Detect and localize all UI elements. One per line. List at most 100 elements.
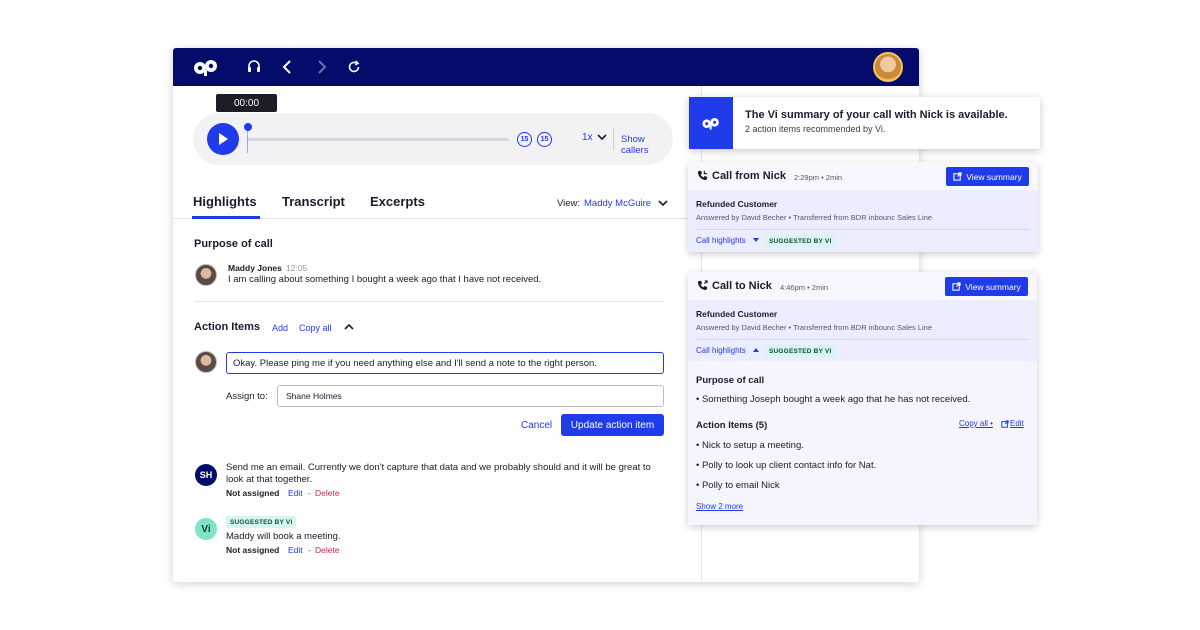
action-bullet: • Polly to email Nick — [696, 480, 780, 491]
notification-subtitle: 2 action items recommended by Vi. — [745, 124, 886, 134]
message-time: 12:05 — [286, 263, 308, 273]
action-item-text: Send me an email. Currently we don't cap… — [226, 462, 651, 485]
suggested-badge: SUGGESTED BY VI — [765, 345, 836, 357]
action-items-heading: Action Items (5) — [696, 420, 768, 431]
chevron-up-icon[interactable] — [344, 322, 354, 332]
speaker-avatar — [195, 264, 217, 286]
card-meta: 4:46pm • 2min — [780, 283, 829, 292]
seek-handle[interactable] — [244, 123, 252, 131]
tab-excerpts[interactable]: Excerpts — [370, 194, 425, 209]
call-detail: Answered by David Becher • Transferred f… — [696, 323, 933, 332]
assignment-status: Not assigned — [226, 545, 280, 555]
add-action-link[interactable]: Add — [272, 323, 288, 333]
action-item-text: Maddy will book a meeting. — [226, 531, 341, 542]
purpose-heading: Purpose of call — [194, 238, 273, 250]
dialpad-logo-icon — [689, 97, 733, 149]
headset-icon[interactable] — [244, 57, 264, 77]
card-divider — [696, 229, 1030, 230]
view-select[interactable]: Maddy McGuire — [584, 198, 651, 209]
view-summary-button[interactable]: View summary — [946, 167, 1029, 186]
purpose-heading: Purpose of call — [696, 375, 765, 386]
cancel-button[interactable]: Cancel — [521, 420, 552, 431]
speaker-name: Maddy Jones — [228, 263, 282, 273]
skip-back-icon[interactable]: 15 — [517, 132, 532, 147]
show-more-link[interactable]: Show 2 more — [696, 502, 743, 511]
copy-all-link[interactable]: Copy all — [299, 323, 332, 333]
action-text: Polly to look up client contact info for… — [701, 460, 877, 471]
delete-link[interactable]: Delete — [315, 488, 340, 498]
view-summary-label: View summary — [965, 281, 1021, 292]
external-link-icon — [953, 172, 962, 181]
assignment-status: Not assigned — [226, 488, 280, 498]
call-card-to-nick: Call to Nick 4:46pm • 2min View summary … — [688, 272, 1037, 525]
action-bullet: • Polly to look up client contact info f… — [696, 460, 877, 471]
vi-initials-avatar: Vi — [195, 518, 217, 540]
playback-speed[interactable]: 1x — [582, 132, 593, 143]
view-summary-button[interactable]: View summary — [945, 277, 1028, 296]
active-tab-indicator — [192, 216, 260, 219]
chevron-down-icon[interactable] — [597, 132, 607, 142]
assign-input[interactable]: Shane Holmes — [277, 385, 664, 407]
call-highlights-toggle[interactable]: Call highlights — [696, 236, 746, 245]
external-link-icon — [952, 282, 961, 291]
card-meta: 2:29pm • 2min — [794, 173, 843, 182]
call-detail: Answered by David Becher • Transferred f… — [696, 213, 933, 222]
update-action-button[interactable]: Update action item — [561, 414, 664, 436]
action-text: Polly to email Nick — [701, 480, 780, 491]
caret-up-icon[interactable] — [753, 348, 759, 353]
call-card-from-nick: Call from Nick 2:29pm • 2min View summar… — [688, 162, 1038, 252]
incoming-call-icon — [697, 170, 708, 181]
copy-all-link[interactable]: Copy all • — [959, 419, 993, 428]
suggested-badge: SUGGESTED BY VI — [226, 516, 297, 528]
chevron-down-icon[interactable] — [657, 197, 669, 209]
back-arrow-icon[interactable] — [277, 57, 297, 77]
assign-label: Assign to: — [226, 391, 268, 402]
card-header: Call to Nick 4:46pm • 2min View summary — [688, 272, 1037, 300]
card-header: Call from Nick 2:29pm • 2min View summar… — [688, 162, 1038, 190]
action-bullet: • Nick to setup a meeting. — [696, 440, 804, 451]
section-divider — [194, 301, 664, 302]
play-button[interactable] — [207, 123, 239, 155]
external-link-icon[interactable] — [1001, 420, 1009, 428]
action-item-input[interactable]: Okay. Please ping me if you need anythin… — [226, 352, 664, 374]
audio-player: 15 15 1x Show callers — [193, 113, 673, 165]
sh-initials-avatar: SH — [195, 464, 217, 486]
top-bar — [173, 48, 919, 86]
notification-title: The Vi summary of your call with Nick is… — [745, 109, 1008, 121]
delete-link[interactable]: Delete — [315, 545, 340, 555]
card-divider — [696, 339, 1029, 340]
call-label: Refunded Customer — [696, 199, 778, 209]
forward-arrow-icon[interactable] — [312, 57, 332, 77]
edit-link[interactable]: Edit — [288, 545, 303, 555]
edit-link[interactable]: Edit — [288, 488, 303, 498]
purpose-bullet: • Something Joseph bought a week ago tha… — [696, 394, 971, 405]
purpose-text: Something Joseph bought a week ago that … — [701, 394, 971, 405]
tab-transcript[interactable]: Transcript — [282, 194, 345, 209]
view-summary-label: View summary — [966, 171, 1022, 182]
play-icon — [219, 133, 228, 145]
call-highlights-toggle[interactable]: Call highlights — [696, 346, 746, 355]
tab-highlights[interactable]: Highlights — [193, 194, 257, 209]
dialpad-logo-icon[interactable] — [191, 57, 221, 77]
view-label: View: — [557, 198, 581, 209]
caret-down-icon[interactable] — [753, 238, 759, 243]
refresh-icon[interactable] — [344, 57, 364, 77]
link-separator: - — [308, 545, 311, 555]
seek-track[interactable] — [247, 138, 509, 141]
card-title: Call from Nick — [712, 170, 786, 182]
user-avatar[interactable] — [873, 52, 903, 82]
player-separator — [613, 128, 614, 150]
skip-forward-icon[interactable]: 15 — [537, 132, 552, 147]
suggested-badge: SUGGESTED BY VI — [765, 235, 836, 247]
call-label: Refunded Customer — [696, 309, 778, 319]
action-items-heading: Action Items — [194, 321, 261, 333]
show-callers-link[interactable]: Show callers — [621, 134, 673, 156]
time-tooltip: 00:00 — [216, 94, 277, 112]
summary-notification[interactable]: The Vi summary of your call with Nick is… — [689, 97, 1040, 149]
purpose-text: I am calling about something I bought a … — [228, 274, 542, 285]
action-text: Nick to setup a meeting. — [701, 440, 804, 451]
card-title: Call to Nick — [712, 280, 772, 292]
link-separator: - — [308, 488, 311, 498]
outgoing-call-icon — [697, 280, 708, 291]
edit-link[interactable]: Edit — [1010, 419, 1024, 428]
